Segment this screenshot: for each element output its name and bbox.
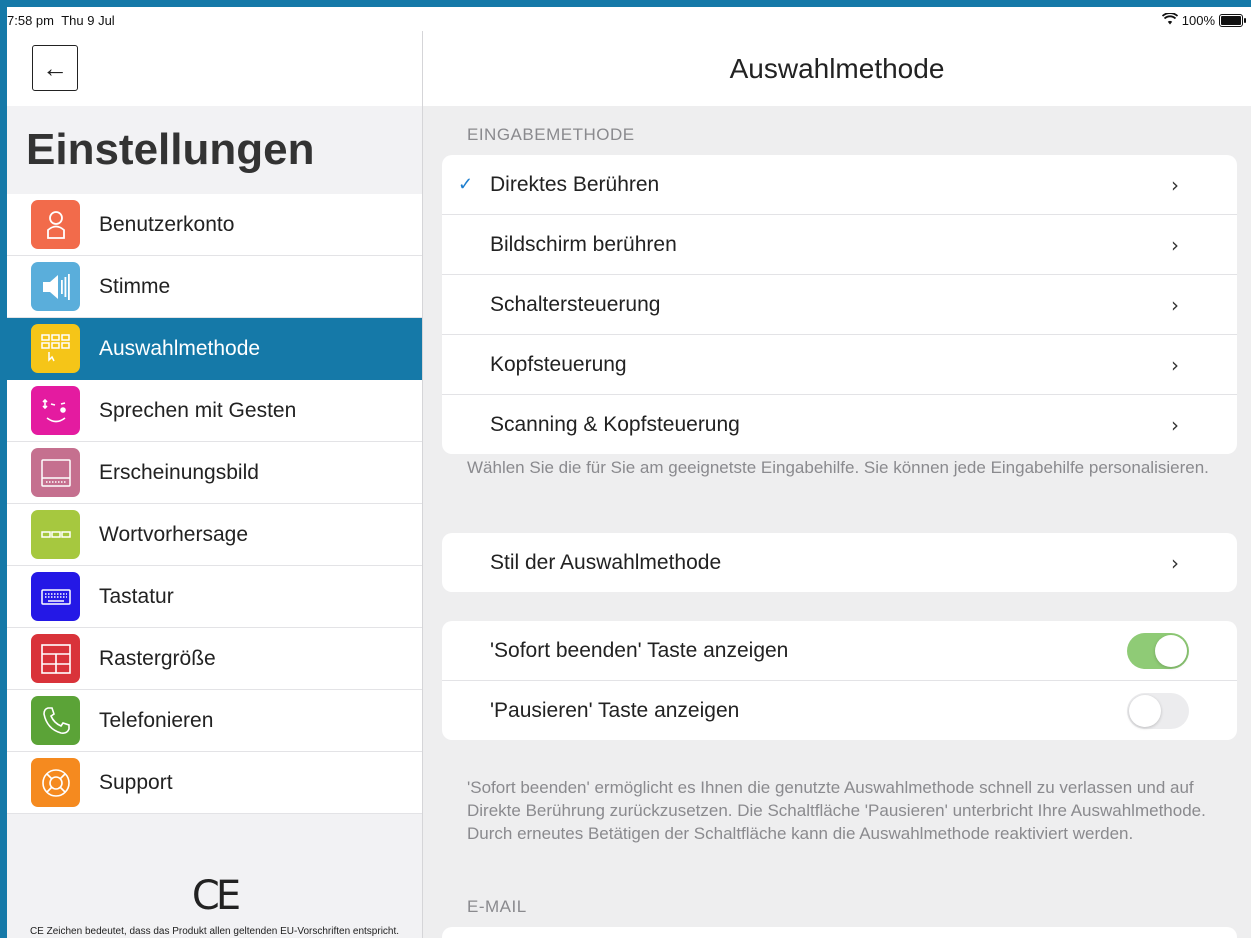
toggle-row-pausieren: 'Pausieren' Taste anzeigen — [442, 681, 1237, 740]
sidebar-item-stimme[interactable]: Stimme — [7, 256, 422, 318]
sidebar-item-label: Auswahlmethode — [99, 336, 261, 360]
chevron-right-icon: › — [1171, 412, 1179, 437]
sidebar-item-support[interactable]: Support — [7, 752, 422, 814]
grid-select-icon — [31, 324, 80, 373]
pausieren-toggle[interactable] — [1127, 692, 1189, 729]
phone-icon — [31, 696, 80, 745]
sidebar-item-sprechen-mit-gesten[interactable]: Sprechen mit Gesten — [7, 380, 422, 442]
sidebar-item-label: Stimme — [99, 274, 171, 298]
toggle-knob — [1155, 634, 1187, 667]
sidebar-item-label: Wortvorhersage — [99, 522, 249, 546]
list-item-stil-der-auswahlmethode[interactable]: Stil der Auswahlmethode › — [442, 533, 1237, 592]
grid-size-icon — [31, 634, 80, 683]
sidebar-item-label: Telefonieren — [99, 708, 214, 732]
back-button[interactable]: ← — [32, 45, 78, 91]
sidebar-item-label: Support — [99, 770, 173, 794]
section-header-email: E-MAIL — [467, 897, 527, 916]
sidebar-item-auswahlmethode[interactable]: Auswahlmethode — [7, 318, 422, 380]
sidebar-item-label: Tastatur — [99, 584, 174, 608]
lifebuoy-icon — [31, 758, 80, 807]
sidebar-title: Einstellungen — [26, 125, 315, 174]
sidebar-item-label: Sprechen mit Gesten — [99, 398, 297, 422]
keyboard-icon — [31, 572, 80, 621]
settings-menu: Benutzerkonto Stimme Auswahlmethode Spre… — [7, 194, 422, 814]
user-icon — [31, 200, 80, 249]
list-item-bildschirm-beruehren[interactable]: Bildschirm berühren › — [442, 215, 1237, 275]
toggle-knob — [1129, 694, 1161, 727]
sidebar-toolbar: ← — [7, 31, 422, 106]
screen-keyboard-icon — [31, 448, 80, 497]
list-item-schaltersteuerung[interactable]: Schaltersteuerung › — [442, 275, 1237, 335]
word-boxes-icon — [31, 510, 80, 559]
sidebar-item-telefonieren[interactable]: Telefonieren — [7, 690, 422, 752]
detail-pane: Auswahlmethode EINGABEMETHODE ✓ Direktes… — [423, 31, 1251, 938]
app-screen: 7:58 pm Thu 9 Jul 100% ← Einstellungen B… — [7, 7, 1251, 938]
section-header-eingabemethode: EINGABEMETHODE — [467, 125, 635, 144]
toggle-row-sofort-beenden: 'Sofort beenden' Taste anzeigen — [442, 621, 1237, 681]
arrow-left-icon: ← — [42, 52, 68, 83]
status-time: 7:58 pm — [7, 13, 54, 28]
page-title: Auswahlmethode — [423, 31, 1251, 106]
chevron-right-icon: › — [1171, 172, 1179, 197]
toggles-footnote: 'Sofort beenden' ermöglicht es Ihnen die… — [467, 778, 1206, 843]
speaker-icon — [31, 262, 80, 311]
chevron-right-icon: › — [1171, 292, 1179, 317]
wink-face-icon — [31, 386, 80, 435]
sidebar-item-benutzerkonto[interactable]: Benutzerkonto — [7, 194, 422, 256]
settings-sidebar: ← Einstellungen Benutzerkonto Stimme Aus… — [7, 31, 423, 938]
list-item-scanning-kopfsteuerung[interactable]: Scanning & Kopfsteuerung › — [442, 395, 1237, 454]
battery-percent: 100% — [1181, 13, 1215, 28]
status-bar: 7:58 pm Thu 9 Jul 100% — [7, 7, 1251, 31]
checkmark-icon: ✓ — [458, 174, 474, 194]
sidebar-item-tastatur[interactable]: Tastatur — [7, 566, 422, 628]
toggle-group: 'Sofort beenden' Taste anzeigen 'Pausier… — [442, 621, 1237, 740]
ce-notice: CE CE Zeichen bedeutet, dass das Produkt… — [7, 873, 422, 938]
sidebar-item-rastergroesse[interactable]: Rastergröße — [7, 628, 422, 690]
status-date: Thu 9 Jul — [61, 13, 115, 28]
input-method-footnote: Wählen Sie die für Sie am geeignetste Ei… — [467, 458, 1209, 477]
battery-icon — [1219, 14, 1246, 27]
chevron-right-icon: › — [1171, 232, 1179, 257]
sidebar-item-erscheinungsbild[interactable]: Erscheinungsbild — [7, 442, 422, 504]
list-item-kopfsteuerung[interactable]: Kopfsteuerung › — [442, 335, 1237, 395]
chevron-right-icon: › — [1171, 352, 1179, 377]
sofort-beenden-toggle[interactable] — [1127, 632, 1189, 669]
sidebar-item-label: Rastergröße — [99, 646, 216, 670]
ce-mark: CE — [191, 873, 241, 919]
sidebar-item-label: Benutzerkonto — [99, 212, 235, 236]
list-item-direktes-beruehren[interactable]: ✓ Direktes Berühren › — [442, 155, 1237, 215]
style-group: Stil der Auswahlmethode › — [442, 533, 1237, 592]
input-method-list: ✓ Direktes Berühren › Bildschirm berühre… — [442, 155, 1237, 454]
sidebar-item-wortvorhersage[interactable]: Wortvorhersage — [7, 504, 422, 566]
ce-text: CE Zeichen bedeutet, dass das Produkt al… — [29, 926, 400, 937]
wifi-icon — [1161, 12, 1178, 28]
sidebar-item-label: Erscheinungsbild — [99, 460, 259, 484]
email-group — [442, 927, 1237, 938]
chevron-right-icon: › — [1171, 550, 1179, 575]
